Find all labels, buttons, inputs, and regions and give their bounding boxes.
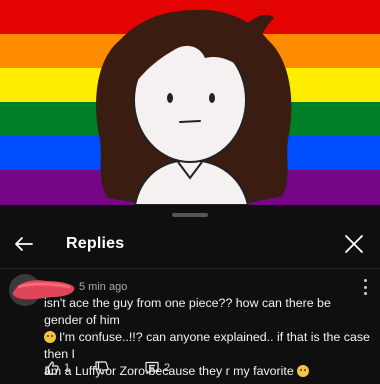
sheet-title: Replies [66,235,125,252]
comment-icon [145,361,159,375]
reply-count: 2 [164,362,171,374]
thumbs-up-icon [45,361,59,375]
comment-timestamp: 5 min ago [79,281,128,293]
drag-handle[interactable] [172,213,208,217]
more-options-button[interactable] [358,279,372,295]
close-icon [345,235,363,253]
thumbs-down-icon [95,361,109,375]
comment-line-1: isn't ace the guy from one piece?? how c… [44,296,331,327]
arrow-left-icon [15,237,33,251]
video-player[interactable] [0,0,380,205]
sheet-header: Replies [0,221,380,269]
cartoon-character-illustration [96,9,292,205]
reply-button[interactable]: 2 [144,358,170,378]
dislike-button[interactable] [94,358,110,378]
confused-face-emoji-icon [44,331,56,343]
replies-sheet: Replies 5 min ago isn't ace the guy from… [0,205,380,384]
comment-line-2: I'm confuse..!!? can anyone explained.. … [44,330,370,361]
confused-face-emoji-icon [297,365,310,377]
like-button[interactable]: 1 [44,358,70,378]
like-count: 1 [64,362,71,374]
back-button[interactable] [10,230,38,258]
close-button[interactable] [340,230,368,258]
comment-actions: 1 2 [44,358,244,378]
